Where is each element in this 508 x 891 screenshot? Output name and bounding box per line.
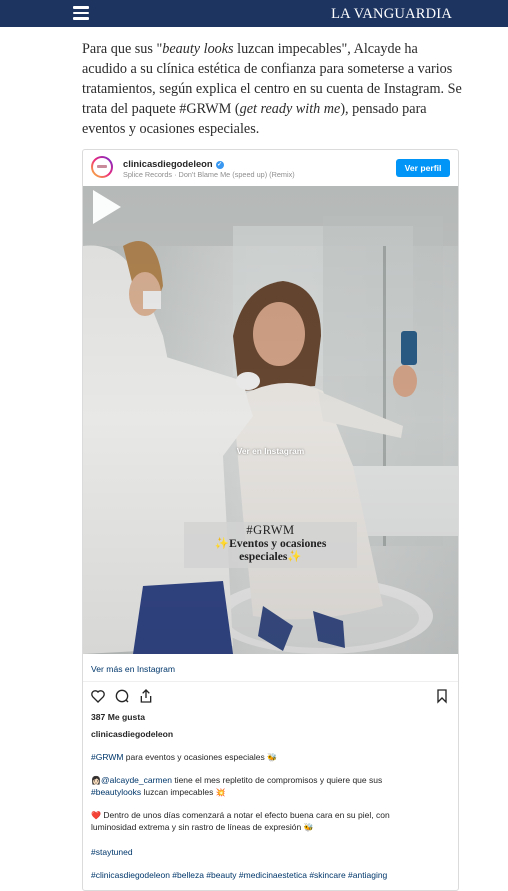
hashtag-link[interactable]: #GRWM	[91, 752, 123, 762]
bookmark-icon[interactable]	[434, 688, 450, 704]
caption-line: #staytuned	[91, 847, 421, 859]
video-frame	[83, 186, 458, 654]
play-icon[interactable]	[83, 186, 125, 228]
heart-emoji: ❤️	[91, 811, 101, 820]
caption-text: tiene el mes repletito de compromisos y …	[171, 775, 383, 785]
caption-text: luzcan impecables	[141, 786, 216, 797]
bee-emoji: 🐝	[303, 822, 314, 832]
view-profile-button[interactable]: Ver perfil	[396, 159, 450, 177]
burst-emoji: 💥	[215, 787, 226, 797]
bee-emoji: 🐝	[267, 753, 278, 762]
video-player[interactable]: Ver en Instagram #GRWM ✨Eventos y ocasio…	[83, 186, 458, 654]
overlay-line-special: especiales✨	[184, 550, 357, 563]
caption-text: para eventos y ocasiones especiales	[123, 752, 268, 762]
instagram-embed: clinicasdiegodeleon ✓ Splice Records · Do…	[82, 149, 459, 891]
hashtag-link[interactable]: #staytuned	[91, 847, 133, 857]
article-paragraph: Para que sus "beauty looks luzcan impeca…	[82, 39, 462, 139]
divider	[83, 681, 458, 682]
username-text[interactable]: clinicasdiegodeleon	[123, 158, 213, 169]
hashtag-link[interactable]: #clinicasdiegodeleon #belleza #beauty #m…	[91, 870, 387, 880]
hamburger-menu-icon[interactable]	[73, 6, 89, 20]
caption-line: #clinicasdiegodeleon #belleza #beauty #m…	[91, 870, 451, 882]
woman-emoji: 👩🏻	[91, 776, 101, 785]
video-text-overlay: #GRWM ✨Eventos y ocasiones especiales✨	[184, 522, 357, 568]
caption-line: 👩🏻@alcayde_carmen tiene el mes repletito…	[91, 775, 421, 798]
sparkles-icon: ✨	[287, 550, 302, 563]
watch-on-instagram-label[interactable]: Ver en Instagram	[83, 446, 458, 456]
verified-check-icon: ✓	[215, 160, 224, 169]
overlay-hashtag: #GRWM	[246, 523, 295, 537]
share-icon[interactable]	[138, 688, 154, 704]
article-text: Para que sus "	[82, 41, 163, 57]
hashtag-link[interactable]: #beautylooks	[91, 787, 141, 797]
comment-icon[interactable]	[114, 688, 130, 704]
like-count[interactable]: 387 Me gusta	[91, 712, 145, 722]
audio-track[interactable]: Splice Records · Don't Blame Me (speed u…	[123, 170, 295, 179]
embed-header: clinicasdiegodeleon ✓ Splice Records · Do…	[83, 150, 458, 186]
caption-line: #GRWM para eventos y ocasiones especiale…	[91, 752, 421, 764]
overlay-text: Eventos y ocasiones	[229, 537, 327, 550]
caption-username[interactable]: clinicasdiegodeleon	[91, 729, 173, 739]
profile-username[interactable]: clinicasdiegodeleon ✓	[123, 158, 224, 169]
overlay-text: especiales	[239, 550, 288, 563]
heart-icon[interactable]	[90, 688, 106, 704]
caption-text: Dentro de unos días comenzará a notar el…	[91, 810, 390, 832]
article-emphasis: beauty looks	[162, 41, 234, 57]
see-more-on-instagram-link[interactable]: Ver más en Instagram	[91, 664, 175, 674]
site-logo[interactable]: LA VANGUARDIA	[331, 6, 452, 22]
mention-link[interactable]: @alcayde_carmen	[101, 775, 172, 785]
overlay-line-events: ✨Eventos y ocasiones	[184, 537, 357, 550]
avatar[interactable]	[91, 156, 113, 178]
sparkles-icon: ✨	[214, 537, 230, 550]
caption-line: ❤️ Dentro de unos días comenzará a notar…	[91, 810, 421, 833]
site-header: LA VANGUARDIA	[0, 0, 508, 27]
article-emphasis: get ready with me	[239, 101, 341, 117]
